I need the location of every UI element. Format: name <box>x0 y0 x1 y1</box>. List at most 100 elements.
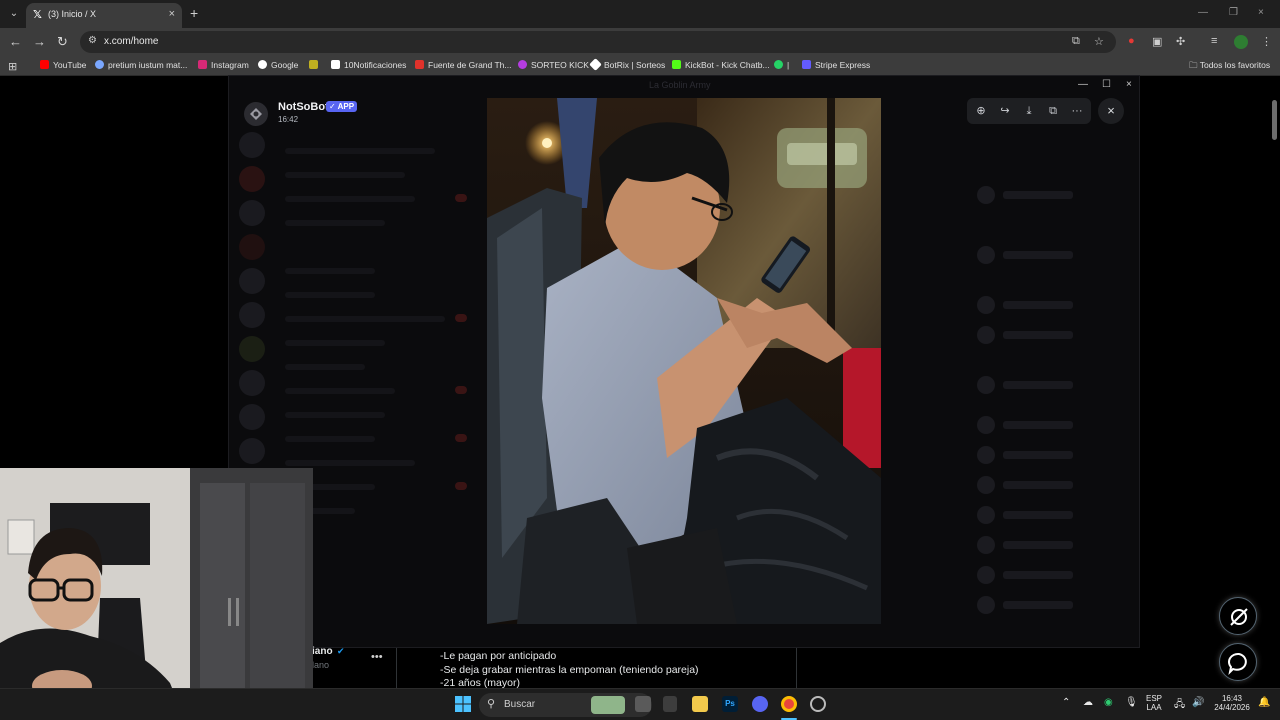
chrome-icon[interactable] <box>781 696 797 712</box>
window-minimize-button[interactable]: — <box>1198 7 1208 18</box>
network-icon[interactable]: 🖧 <box>1174 697 1185 714</box>
site-info-icon[interactable]: ⚙ <box>88 35 97 46</box>
bookmark-label: 10Notificaciones <box>344 60 407 70</box>
extensions-puzzle-icon[interactable]: ✣ <box>1176 35 1185 48</box>
discord-close-button[interactable]: × <box>1126 79 1132 90</box>
back-button[interactable]: ← <box>9 34 22 50</box>
member-name <box>1003 191 1073 199</box>
bookmark-sorteo-kick[interactable]: SORTEO KICK <box>518 60 589 74</box>
bookmark-pretium[interactable]: pretium iustum mat... <box>95 60 187 74</box>
avatar <box>977 566 995 584</box>
server-icon[interactable] <box>239 200 265 226</box>
channel-item[interactable] <box>285 268 375 274</box>
tab-close-icon[interactable]: × <box>169 8 175 20</box>
bookmark-whatsapp[interactable]: | <box>774 60 789 74</box>
extension-card-icon[interactable]: ▣ <box>1152 35 1162 48</box>
messages-button[interactable] <box>1219 643 1257 681</box>
volume-icon[interactable]: 🔊 <box>1192 697 1204 708</box>
bookmark-grand-theft[interactable]: Fuente de Grand Th... <box>415 60 511 74</box>
bookmark-botrix[interactable]: BotRix | Sorteos <box>589 58 665 74</box>
window-close-button[interactable]: × <box>1258 7 1264 18</box>
language-indicator[interactable]: ESP LAA <box>1146 694 1162 712</box>
tweet-more-icon[interactable]: ••• <box>371 651 383 663</box>
notifications-icon[interactable]: 🔔 <box>1258 697 1270 708</box>
author-name[interactable]: NotSoBot <box>278 101 329 113</box>
apps-grid-icon[interactable]: ⊞ <box>8 60 17 73</box>
more-options-icon[interactable]: ··· <box>1069 103 1085 119</box>
window-restore-button[interactable]: ❐ <box>1229 7 1238 18</box>
app-icon[interactable] <box>663 696 677 712</box>
server-icon[interactable] <box>239 404 265 430</box>
channel-item[interactable] <box>285 340 385 346</box>
server-icon[interactable] <box>239 370 265 396</box>
onedrive-icon[interactable]: ☁ <box>1083 697 1093 708</box>
bot-logo-icon <box>250 108 262 120</box>
download-icon[interactable]: ⤓ <box>1021 103 1037 119</box>
channel-item[interactable] <box>285 148 435 154</box>
bookmark-label: SORTEO KICK <box>531 60 589 70</box>
reading-list-icon[interactable]: ≡ <box>1211 35 1217 47</box>
bookmark-kickbot[interactable]: KickBot - Kick Chatb... <box>672 60 770 74</box>
x-favicon-icon: 𝕏 <box>33 9 42 21</box>
viewer-image[interactable] <box>487 98 881 624</box>
profile-avatar[interactable] <box>1234 35 1248 49</box>
bookmark-notificaciones[interactable]: 10Notificaciones <box>331 60 406 74</box>
all-bookmarks-button[interactable]: 🗀 Todos los favoritos <box>1189 60 1270 74</box>
channel-item[interactable] <box>285 460 415 466</box>
install-app-icon[interactable]: ⧉ <box>1072 35 1080 48</box>
tray-app-icon[interactable]: ◉ <box>1104 697 1113 708</box>
channel-item[interactable] <box>285 220 385 226</box>
discord-minimize-button[interactable]: — <box>1078 79 1088 90</box>
taskbar-search[interactable]: ⚲ Buscar <box>479 693 652 717</box>
channel-item[interactable] <box>285 412 385 418</box>
channel-item[interactable] <box>285 172 405 178</box>
bookmark-google[interactable]: Google <box>258 60 298 74</box>
bookmark-colorful[interactable] <box>309 60 322 74</box>
discord-icon[interactable] <box>752 696 768 712</box>
forward-button[interactable]: → <box>33 34 46 50</box>
file-explorer-icon[interactable] <box>692 696 708 712</box>
reload-button[interactable]: ↻ <box>57 34 68 50</box>
chrome-menu-icon[interactable]: ⋮ <box>1261 35 1272 48</box>
zoom-icon[interactable]: ⊕ <box>973 103 989 119</box>
new-tab-button[interactable]: + <box>190 5 198 21</box>
server-icon[interactable] <box>239 166 265 192</box>
channel-item[interactable] <box>285 436 375 442</box>
discord-maximize-button[interactable]: ☐ <box>1102 79 1111 90</box>
start-button[interactable] <box>455 696 471 712</box>
clock[interactable]: 16:43 24/4/2026 <box>1212 694 1252 712</box>
bookmark-youtube[interactable]: YouTube <box>40 60 86 74</box>
server-icon[interactable] <box>239 132 265 158</box>
open-external-icon[interactable]: ⧉ <box>1045 103 1061 119</box>
server-icon[interactable] <box>239 268 265 294</box>
channel-item[interactable] <box>285 388 395 394</box>
bookmark-star-icon[interactable]: ☆ <box>1094 35 1104 48</box>
app-icon[interactable] <box>810 696 826 712</box>
server-icon[interactable] <box>239 302 265 328</box>
channel-item[interactable] <box>285 364 365 370</box>
extension-record-icon[interactable]: ● <box>1128 35 1135 47</box>
photoshop-icon[interactable]: Ps <box>722 696 738 712</box>
channel-item[interactable] <box>285 292 375 298</box>
bookmark-stripe[interactable]: Stripe Express <box>802 60 870 74</box>
microphone-icon[interactable]: 🎙 <box>1125 697 1138 708</box>
task-view-icon[interactable] <box>635 696 651 712</box>
page-scrollbar[interactable] <box>1272 100 1277 140</box>
tab-search-icon[interactable]: ⌄ <box>6 6 22 22</box>
server-icon[interactable] <box>239 438 265 464</box>
channel-item[interactable] <box>285 316 445 322</box>
server-icon[interactable] <box>239 336 265 362</box>
forward-share-icon[interactable]: ↪ <box>997 103 1013 119</box>
avatar <box>977 416 995 434</box>
bookmark-instagram[interactable]: Instagram <box>198 60 249 74</box>
author-avatar[interactable] <box>244 102 268 126</box>
grok-button[interactable] <box>1219 597 1257 635</box>
close-viewer-button[interactable]: × <box>1098 98 1124 124</box>
unread-badge <box>455 482 467 490</box>
channel-item[interactable] <box>285 196 415 202</box>
server-icon[interactable] <box>239 234 265 260</box>
unread-badge <box>455 314 467 322</box>
active-tab[interactable]: 𝕏 (3) Inicio / X × <box>26 3 182 28</box>
address-bar[interactable]: ⚙ x.com/home ⧉ ☆ <box>80 31 1116 53</box>
tray-overflow-icon[interactable]: ⌃ <box>1062 697 1070 708</box>
